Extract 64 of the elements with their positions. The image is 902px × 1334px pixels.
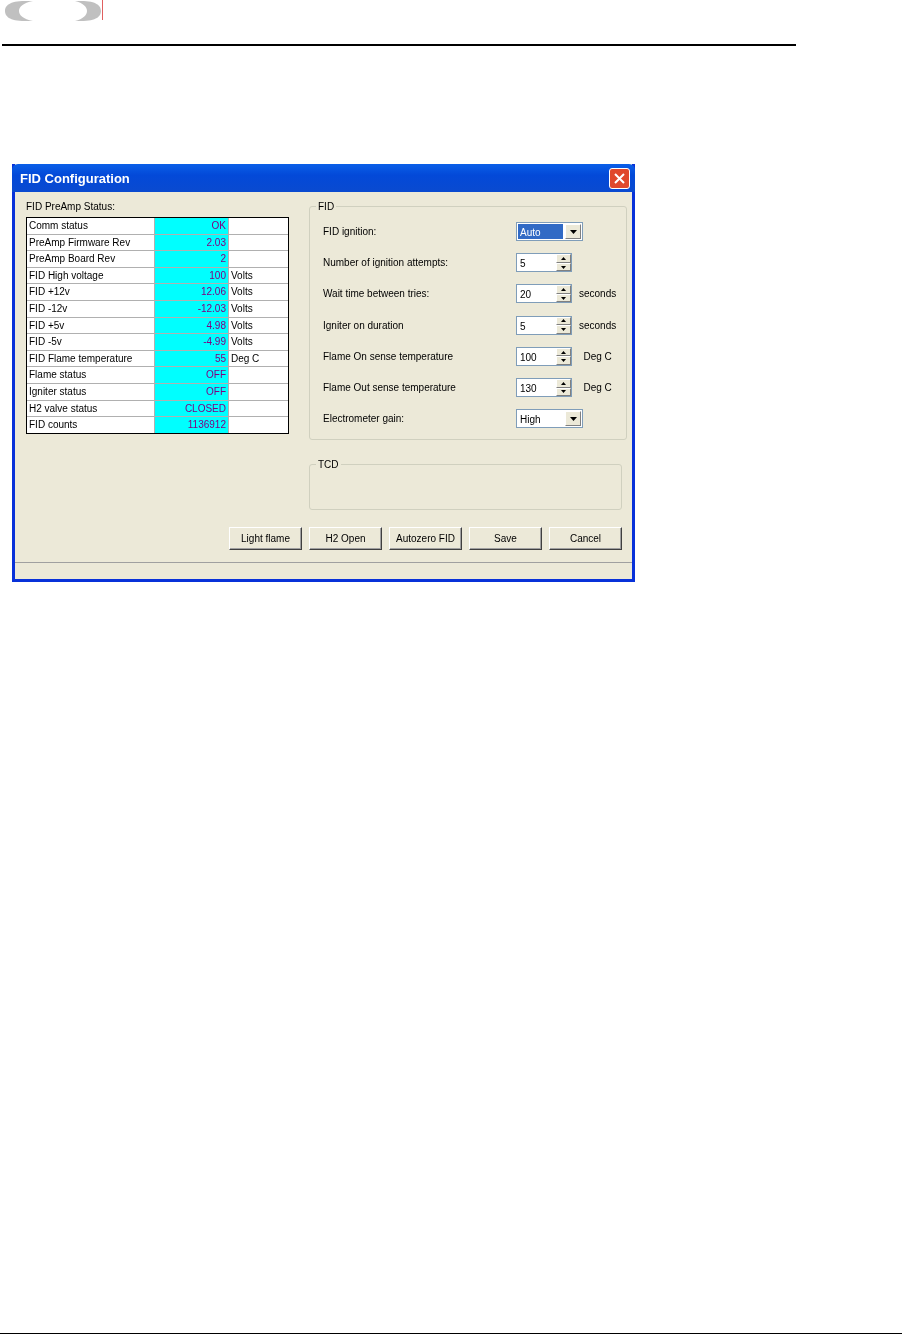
table-cell-text: Volts [230, 285, 254, 300]
up-arrow-icon [561, 381, 566, 385]
table-cell-text: Volts [230, 318, 254, 333]
down-arrow-icon [561, 296, 566, 300]
spin-down-button[interactable] [556, 356, 571, 365]
spinner-field[interactable]: 130 [516, 378, 572, 398]
dropdown-button[interactable] [565, 411, 581, 427]
setting-label: Number of ignition attempts: [323, 257, 450, 269]
dialog-button[interactable]: H2 Open [309, 527, 382, 550]
spin-up-button[interactable] [556, 254, 571, 263]
down-arrow-icon [561, 359, 566, 363]
value-cell: 12.06 [155, 284, 229, 300]
value-cell: OFF [155, 367, 229, 383]
unit-label: seconds [579, 319, 617, 331]
setting-label: Wait time between tries: [323, 288, 431, 300]
value-cell: 2 [155, 251, 229, 267]
unit-label: Deg C [583, 382, 613, 394]
spinner-field[interactable]: 20 [516, 284, 572, 304]
spin-down-button[interactable] [556, 325, 571, 334]
logo-icon [5, 0, 103, 22]
close-icon [614, 172, 625, 184]
setting-label: Electrometer gain: [323, 413, 406, 425]
group-title: FID [317, 201, 336, 212]
down-arrow-icon [561, 265, 566, 269]
setting-label: FID ignition: [323, 226, 378, 238]
section-label: FID PreAmp Status: [26, 201, 116, 212]
spinner-field[interactable]: 5 [516, 253, 572, 273]
table-cell-text: Volts [230, 301, 254, 316]
up-arrow-icon [561, 350, 566, 354]
unit-label: Deg C [583, 350, 613, 362]
dialog-button[interactable]: Cancel [549, 527, 622, 550]
close-button[interactable] [609, 167, 630, 189]
window-title: FID Configuration [20, 170, 130, 186]
dialog-button[interactable]: Autozero FID [389, 527, 462, 550]
table-cell-text: Deg C [230, 351, 261, 366]
setting-label: Flame On sense temperature [323, 350, 455, 362]
caret-icon [569, 229, 577, 234]
dropdown-button[interactable] [565, 224, 581, 240]
setting-label: Flame Out sense temperature [323, 382, 457, 394]
setting-label: Igniter on duration [323, 319, 405, 331]
unit-label: seconds [579, 288, 617, 300]
value-cell: OK [155, 218, 229, 234]
down-arrow-icon [561, 327, 566, 331]
dialog-button[interactable]: Light flame [229, 527, 302, 550]
table-cell-text: Volts [230, 335, 254, 350]
spin-up-button[interactable] [556, 379, 571, 388]
up-arrow-icon [561, 288, 566, 292]
spin-down-button[interactable] [556, 262, 571, 272]
spinner-field[interactable]: 100 [516, 346, 572, 366]
dropdown[interactable]: High [516, 409, 583, 429]
caret-icon [569, 416, 577, 421]
up-arrow-icon [561, 257, 566, 261]
spin-down-button[interactable] [556, 293, 571, 303]
value-cell: -4.99 [155, 334, 229, 350]
up-arrow-icon [561, 319, 566, 323]
value-cell: 1136912 [155, 417, 229, 433]
table-cell-text: Volts [230, 268, 254, 283]
spin-down-button[interactable] [556, 387, 571, 397]
dialog-button[interactable]: Save [469, 527, 542, 550]
down-arrow-icon [561, 390, 566, 394]
spinner-field[interactable]: 5 [516, 315, 572, 335]
dropdown[interactable]: Auto [516, 222, 583, 242]
spin-up-button[interactable] [556, 285, 571, 294]
group-title: TCD [317, 459, 340, 470]
